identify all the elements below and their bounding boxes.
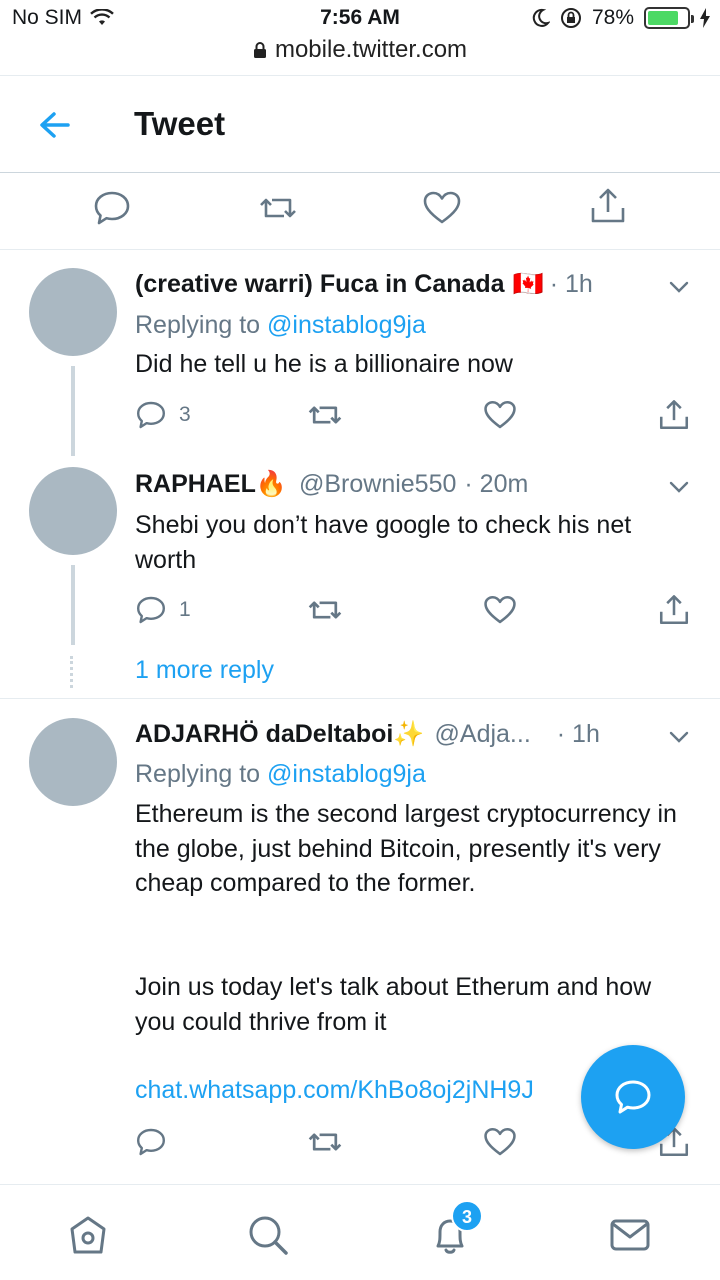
- reply-icon[interactable]: [92, 188, 132, 228]
- display-name[interactable]: RAPHAEL: [135, 470, 256, 499]
- notifications-badge: 3: [451, 1200, 483, 1232]
- battery-icon: [644, 7, 694, 29]
- reply-icon: [137, 596, 165, 624]
- chevron-down-icon[interactable]: [668, 276, 690, 298]
- reply-compose-icon: [615, 1080, 651, 1114]
- display-name[interactable]: ADJARHÖ daDeltaboi: [135, 720, 393, 749]
- divider: [0, 698, 720, 699]
- reply-tweet[interactable]: (creative warri) Fuca in Canada 🇨🇦 · 1h …: [0, 250, 720, 460]
- avatar[interactable]: [29, 718, 117, 806]
- search-icon[interactable]: [246, 1213, 290, 1257]
- heart-icon[interactable]: [422, 188, 462, 228]
- reply-icon: [137, 401, 165, 429]
- moon-icon: [532, 8, 550, 27]
- tweet-time: · 20m: [464, 470, 529, 498]
- reply-count: 3: [179, 403, 191, 426]
- more-replies-link[interactable]: 1 more reply: [135, 656, 274, 685]
- retweet-icon[interactable]: [307, 592, 343, 628]
- share-icon[interactable]: [588, 186, 628, 226]
- replying-handle[interactable]: @instablog9ja: [267, 311, 426, 339]
- fire-emoji: 🔥: [255, 470, 287, 498]
- tweet-header: (creative warri) Fuca in Canada 🇨🇦 · 1h: [135, 270, 593, 299]
- reply-action[interactable]: 3: [135, 397, 191, 433]
- tweet-time: · 1h: [549, 270, 593, 298]
- replying-prefix: Replying to: [135, 311, 261, 339]
- heart-icon[interactable]: [483, 592, 517, 628]
- user-handle[interactable]: @Brownie550: [299, 470, 456, 499]
- thread-line: [71, 366, 75, 456]
- display-name[interactable]: (creative warri) Fuca in Canada: [135, 270, 505, 299]
- status-right: 78%: [532, 6, 710, 30]
- status-bar: No SIM 7:56 AM 78% mobile.twitter.com: [0, 0, 720, 76]
- heart-icon[interactable]: [483, 397, 517, 433]
- battery-fill: [648, 11, 678, 25]
- chevron-down-icon[interactable]: [668, 726, 690, 748]
- share-icon[interactable]: [657, 397, 691, 433]
- tweet-header: ADJARHÖ daDeltaboi ✨ @Adja... · 1h: [135, 720, 600, 749]
- compose-reply-button[interactable]: [581, 1045, 685, 1149]
- chevron-down-icon[interactable]: [668, 476, 690, 498]
- url-bar[interactable]: mobile.twitter.com: [0, 36, 720, 64]
- tweet-actions: 3: [135, 397, 695, 433]
- thread-dots: [70, 656, 76, 688]
- heart-icon[interactable]: [483, 1124, 517, 1160]
- tweet-time: · 1h: [556, 720, 600, 748]
- tweet-text: Join us today let's talk about Etherum a…: [135, 973, 652, 1036]
- page-header: Tweet: [0, 77, 720, 173]
- tweet-actions: 1: [135, 592, 695, 628]
- tweet-text: Shebi you don’t have google to check his…: [135, 511, 632, 574]
- bottom-nav: [0, 1184, 720, 1280]
- replying-handle[interactable]: @instablog9ja: [267, 760, 426, 788]
- retweet-icon[interactable]: [258, 188, 298, 228]
- avatar[interactable]: [29, 268, 117, 356]
- back-arrow-icon[interactable]: [36, 107, 76, 143]
- retweet-icon[interactable]: [307, 1124, 343, 1160]
- replying-to: Replying to @instablog9ja: [135, 760, 426, 789]
- tweet-header: RAPHAEL 🔥 @Brownie550 · 20m: [135, 470, 528, 499]
- url-text: mobile.twitter.com: [274, 36, 468, 63]
- avatar[interactable]: [29, 467, 117, 555]
- thread-line: [71, 565, 75, 645]
- reply-icon[interactable]: [135, 1124, 167, 1160]
- user-handle[interactable]: @Adja...: [435, 720, 531, 749]
- tweet-text: Ethereum is the second largest cryptocur…: [135, 800, 677, 897]
- reply-action[interactable]: 1: [135, 592, 191, 628]
- flag-emoji: 🇨🇦: [512, 270, 544, 298]
- replying-to: Replying to @instablog9ja: [135, 311, 426, 340]
- messages-mail-icon[interactable]: [608, 1213, 652, 1257]
- tweet-text: Did he tell u he is a billionaire now: [135, 350, 513, 378]
- retweet-icon[interactable]: [307, 397, 343, 433]
- battery-percent: 78%: [591, 6, 634, 29]
- rotation-lock-icon: [560, 8, 581, 28]
- page-title: Tweet: [134, 105, 226, 142]
- share-icon[interactable]: [657, 592, 691, 628]
- lock-icon: [253, 42, 266, 58]
- sparkles-emoji: ✨: [393, 720, 425, 748]
- home-icon[interactable]: [66, 1213, 110, 1257]
- reply-tweet[interactable]: RAPHAEL 🔥 @Brownie550 · 20m Shebi you do…: [0, 460, 720, 650]
- charging-icon: [700, 8, 710, 28]
- replying-prefix: Replying to: [135, 760, 261, 788]
- main-tweet-actions: [0, 174, 720, 250]
- reply-count: 1: [179, 598, 191, 621]
